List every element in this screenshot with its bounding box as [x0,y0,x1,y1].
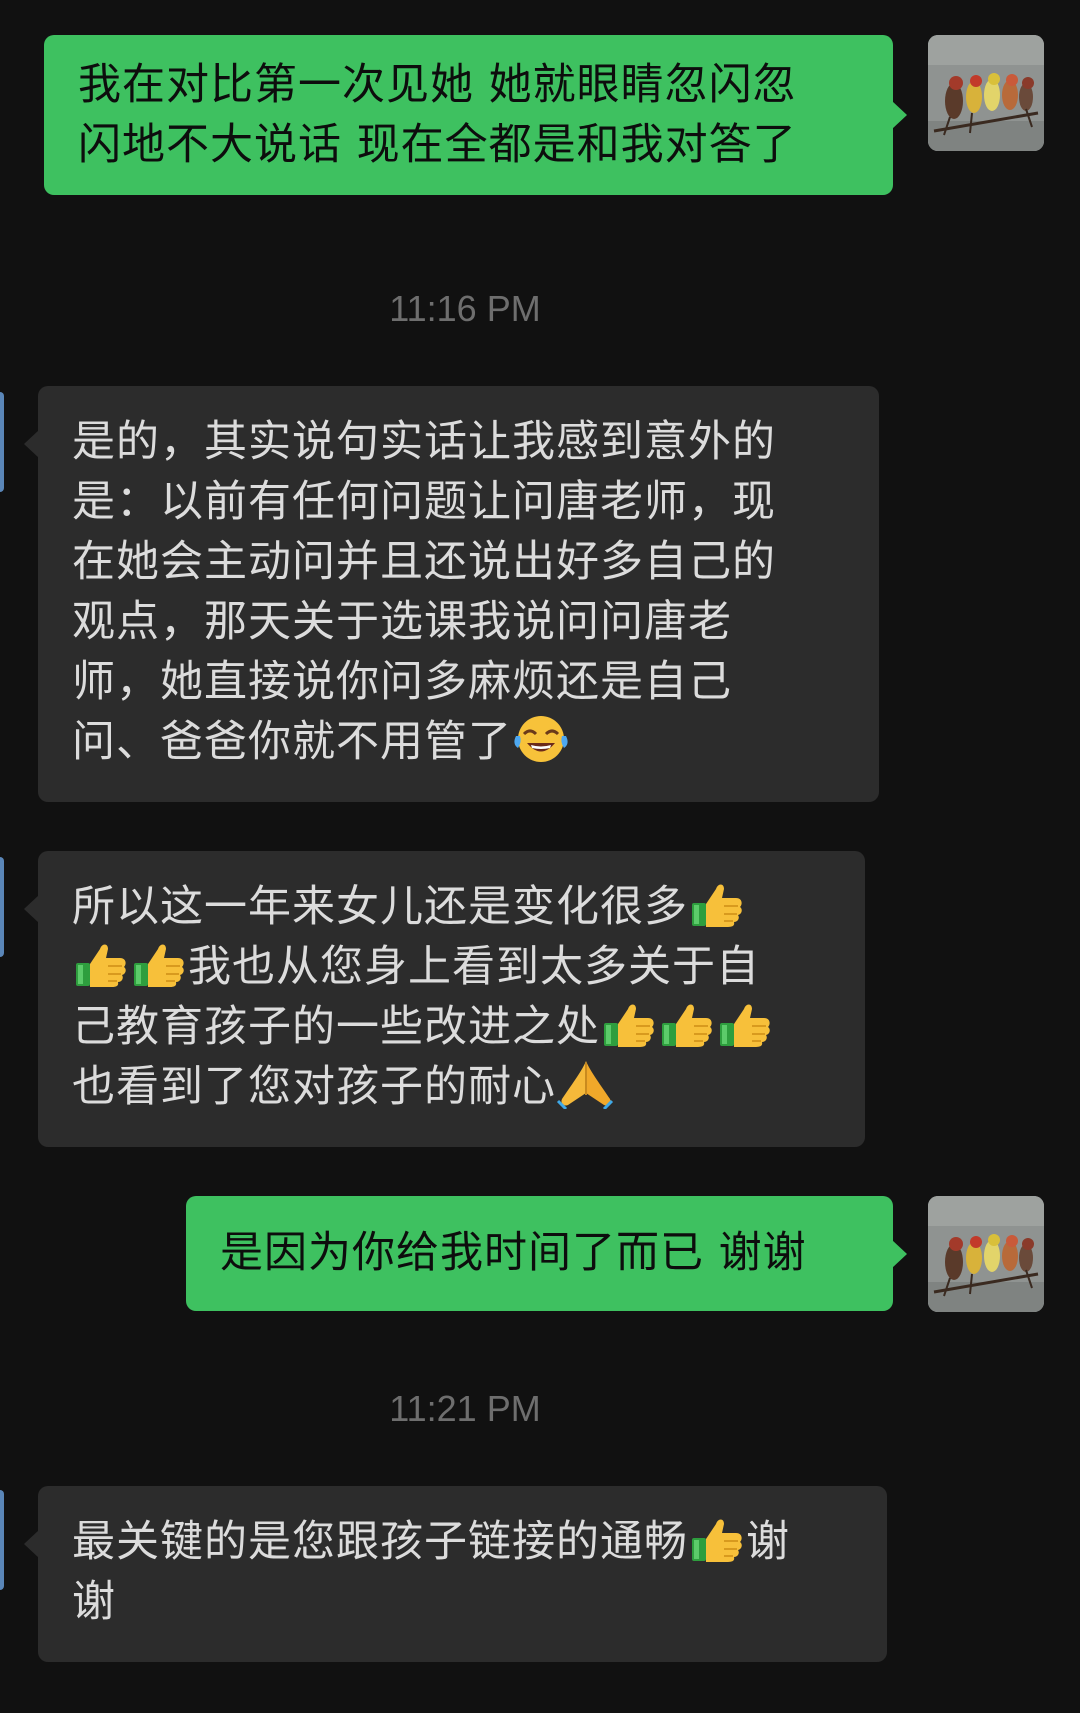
contact-avatar-edge[interactable] [0,1490,4,1590]
incoming-message-bubble[interactable]: 所以这一年来女儿还是变化很多 我也从您身上看到太多关于自 己教育孩子的一些改进之… [24,851,865,1147]
message-timestamp: 11:16 PM [389,288,541,329]
message-text: 问、爸爸你就不用管了 [72,717,512,767]
contact-avatar-edge[interactable] [0,392,4,492]
message-line: 也看到了您对孩子的耐心 [72,1057,837,1117]
thumbs-up-icon [716,997,774,1049]
self-avatar[interactable] [928,35,1044,151]
message-line: 在她会主动问并且还说出好多自己的 [72,537,776,587]
thumbs-up-icon [130,937,188,989]
message-timestamp: 11:21 PM [389,1388,541,1429]
outgoing-message-bubble[interactable]: 是因为你给我时间了而已 谢谢 [186,1196,907,1311]
face-with-tears-of-joy-icon [512,712,570,764]
thumbs-up-icon [688,1512,746,1564]
message-line: 是因为你给我时间了而已 谢谢 [220,1228,807,1278]
chat-view[interactable]: 我在对比第一次见她 她就眼睛忽闪忽 闪地不大说话 现在全都是和我对答了 11:1… [0,0,1080,1713]
thumbs-up-icon [688,877,746,929]
contact-avatar-edge[interactable] [0,857,4,957]
birds-on-branch-icon [928,1196,1044,1312]
message-line: 观点，那天关于选课我说问问唐老 [72,597,732,647]
message-text: 谢 [746,1517,790,1567]
message-line: 谢 [72,1577,116,1627]
outgoing-message-bubble[interactable]: 我在对比第一次见她 她就眼睛忽闪忽 闪地不大说话 现在全都是和我对答了 [44,35,907,195]
incoming-message-bubble[interactable]: 是的，其实说句实话让我感到意外的 是：以前有任何问题让问唐老师，现 在她会主动问… [24,386,879,802]
message-line: 闪地不大说话 现在全都是和我对答了 [78,120,797,170]
message-text: 最关键的是您跟孩子链接的通畅 [72,1517,688,1567]
message-text: 我也从您身上看到太多关于自 [188,942,760,992]
message-line: 我也从您身上看到太多关于自 [72,937,837,997]
thumbs-up-icon [72,937,130,989]
message-text: 也看到了您对孩子的耐心 [72,1062,556,1112]
self-avatar[interactable] [928,1196,1044,1312]
message-text: 己教育孩子的一些改进之处 [72,1002,600,1052]
incoming-message-bubble[interactable]: 最关键的是您跟孩子链接的通畅谢 谢 [24,1486,887,1662]
birds-on-branch-icon [928,35,1044,151]
message-text: 所以这一年来女儿还是变化很多 [72,882,688,932]
message-line: 我在对比第一次见她 她就眼睛忽闪忽 [78,60,797,110]
message-line: 最关键的是您跟孩子链接的通畅 谢 [72,1512,859,1572]
thumbs-up-icon [658,997,716,1049]
thumbs-up-icon [600,997,658,1049]
message-line: 是的，其实说句实话让我感到意外的 [72,417,776,467]
message-line: 师，她直接说你问多麻烦还是自己 [72,657,732,707]
message-line: 是：以前有任何问题让问唐老师，现 [72,477,776,527]
message-line: 所以这一年来女儿还是变化很多 [72,877,837,937]
message-line: 问、爸爸你就不用管了 [72,712,851,772]
message-line: 己教育孩子的一些改进之处 [72,997,837,1057]
folded-hands-icon [556,1057,614,1109]
